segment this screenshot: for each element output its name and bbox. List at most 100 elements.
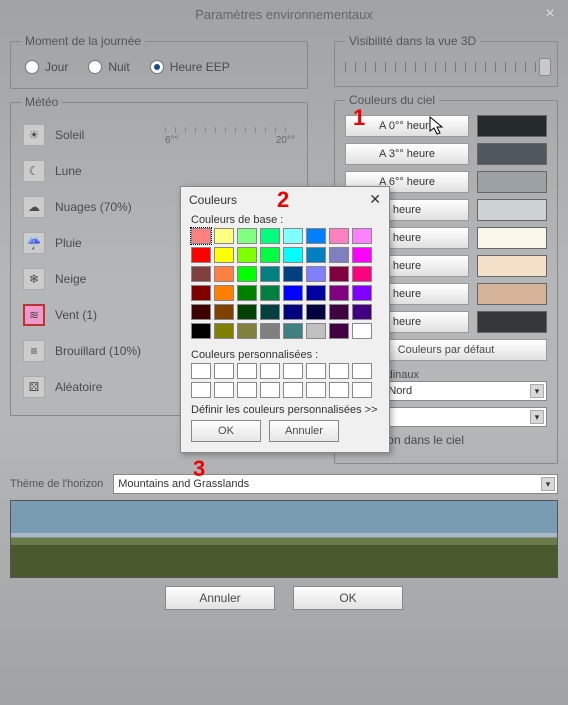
- color-swatch[interactable]: [260, 228, 280, 244]
- color-swatch[interactable]: [352, 304, 372, 320]
- sky-color-swatch[interactable]: [477, 227, 547, 249]
- cancel-button[interactable]: Annuler: [165, 586, 275, 610]
- sky-color-swatch[interactable]: [477, 143, 547, 165]
- custom-color-slot[interactable]: [306, 363, 326, 379]
- color-swatch[interactable]: [237, 247, 257, 263]
- meteo-label: Neige: [55, 272, 86, 286]
- color-swatch[interactable]: [214, 228, 234, 244]
- color-swatch[interactable]: [306, 266, 326, 282]
- custom-colors-label: Couleurs personnalisées :: [181, 347, 389, 363]
- color-swatch[interactable]: [329, 228, 349, 244]
- color-swatch[interactable]: [306, 285, 326, 301]
- color-swatch[interactable]: [214, 266, 234, 282]
- horizon-select[interactable]: Mountains and Grasslands ▾: [113, 474, 558, 494]
- custom-color-slot[interactable]: [329, 363, 349, 379]
- radio-jour[interactable]: Jour: [25, 60, 68, 74]
- custom-color-slot[interactable]: [214, 382, 234, 398]
- color-swatch[interactable]: [283, 323, 303, 339]
- color-dialog-close-icon[interactable]: ✕: [369, 191, 381, 208]
- visibility-thumb[interactable]: [539, 58, 551, 76]
- ok-button[interactable]: OK: [293, 586, 403, 610]
- color-swatch[interactable]: [260, 304, 280, 320]
- close-icon[interactable]: ×: [540, 4, 560, 24]
- color-swatch[interactable]: [214, 285, 234, 301]
- color-swatch[interactable]: [352, 247, 372, 263]
- color-swatch[interactable]: [214, 304, 234, 320]
- meteo-icon: ❄: [23, 268, 45, 290]
- color-swatch[interactable]: [237, 285, 257, 301]
- custom-color-slot[interactable]: [329, 382, 349, 398]
- sky-color-swatch[interactable]: [477, 199, 547, 221]
- color-swatch[interactable]: [283, 247, 303, 263]
- custom-color-slot[interactable]: [352, 382, 372, 398]
- custom-color-slot[interactable]: [283, 363, 303, 379]
- sky-hour-button[interactable]: A 3°° heure: [345, 143, 469, 165]
- color-swatch[interactable]: [352, 228, 372, 244]
- sky-color-swatch[interactable]: [477, 171, 547, 193]
- color-swatch[interactable]: [237, 266, 257, 282]
- color-swatch[interactable]: [237, 304, 257, 320]
- sky-color-swatch[interactable]: [477, 115, 547, 137]
- chevron-down-icon: ▾: [530, 384, 544, 398]
- custom-color-slot[interactable]: [191, 382, 211, 398]
- color-ok-button[interactable]: OK: [191, 420, 261, 442]
- color-swatch[interactable]: [306, 304, 326, 320]
- color-swatch[interactable]: [214, 247, 234, 263]
- color-swatch[interactable]: [329, 304, 349, 320]
- annotation-2: 2: [277, 187, 289, 213]
- color-swatch[interactable]: [306, 247, 326, 263]
- color-swatch[interactable]: [352, 323, 372, 339]
- color-swatch[interactable]: [283, 285, 303, 301]
- custom-color-slot[interactable]: [237, 382, 257, 398]
- color-swatch[interactable]: [260, 285, 280, 301]
- color-swatch[interactable]: [329, 323, 349, 339]
- sky-color-swatch[interactable]: [477, 255, 547, 277]
- meteo-icon: ☁: [23, 196, 45, 218]
- color-swatch[interactable]: [352, 266, 372, 282]
- color-cancel-button[interactable]: Annuler: [269, 420, 339, 442]
- custom-color-slot[interactable]: [306, 382, 326, 398]
- color-swatch[interactable]: [306, 323, 326, 339]
- panorama-preview: [10, 500, 558, 578]
- color-swatch[interactable]: [260, 323, 280, 339]
- custom-color-slot[interactable]: [260, 382, 280, 398]
- radio-nuit[interactable]: Nuit: [88, 60, 129, 74]
- radio-heure-eep[interactable]: Heure EEP: [150, 60, 230, 74]
- visibility-group: Visibilité dans la vue 3D: [334, 34, 558, 87]
- custom-color-slot[interactable]: [283, 382, 303, 398]
- define-custom-colors-link[interactable]: Définir les couleurs personnalisées >>: [191, 404, 379, 416]
- custom-color-slot[interactable]: [352, 363, 372, 379]
- annotation-1: 1: [353, 105, 365, 131]
- color-swatch[interactable]: [237, 228, 257, 244]
- color-swatch[interactable]: [283, 266, 303, 282]
- color-swatch[interactable]: [191, 266, 211, 282]
- custom-color-slot[interactable]: [191, 363, 211, 379]
- color-swatch[interactable]: [329, 285, 349, 301]
- color-swatch[interactable]: [191, 247, 211, 263]
- custom-color-slot[interactable]: [214, 363, 234, 379]
- meteo-icon: ☀: [23, 124, 45, 146]
- color-swatch[interactable]: [329, 266, 349, 282]
- color-swatch[interactable]: [306, 228, 326, 244]
- color-swatch[interactable]: [191, 228, 211, 244]
- color-swatch[interactable]: [191, 323, 211, 339]
- color-swatch[interactable]: [283, 228, 303, 244]
- color-swatch[interactable]: [191, 285, 211, 301]
- custom-color-slot[interactable]: [237, 363, 257, 379]
- color-swatch[interactable]: [191, 304, 211, 320]
- visibility-slider[interactable]: [345, 62, 547, 72]
- color-swatch[interactable]: [237, 323, 257, 339]
- color-swatch[interactable]: [329, 247, 349, 263]
- color-swatch[interactable]: [260, 266, 280, 282]
- color-swatch[interactable]: [214, 323, 234, 339]
- custom-color-slot[interactable]: [260, 363, 280, 379]
- color-swatch[interactable]: [352, 285, 372, 301]
- color-swatch[interactable]: [260, 247, 280, 263]
- sky-color-swatch[interactable]: [477, 283, 547, 305]
- meteo-item[interactable]: ☾Lune: [21, 153, 297, 189]
- color-swatch[interactable]: [283, 304, 303, 320]
- meteo-label: Nuages (70%): [55, 200, 132, 214]
- meteo-item[interactable]: ☀Soleil6°°20°°: [21, 117, 297, 153]
- soleil-slider[interactable]: 6°°20°°: [165, 125, 295, 146]
- sky-color-swatch[interactable]: [477, 311, 547, 333]
